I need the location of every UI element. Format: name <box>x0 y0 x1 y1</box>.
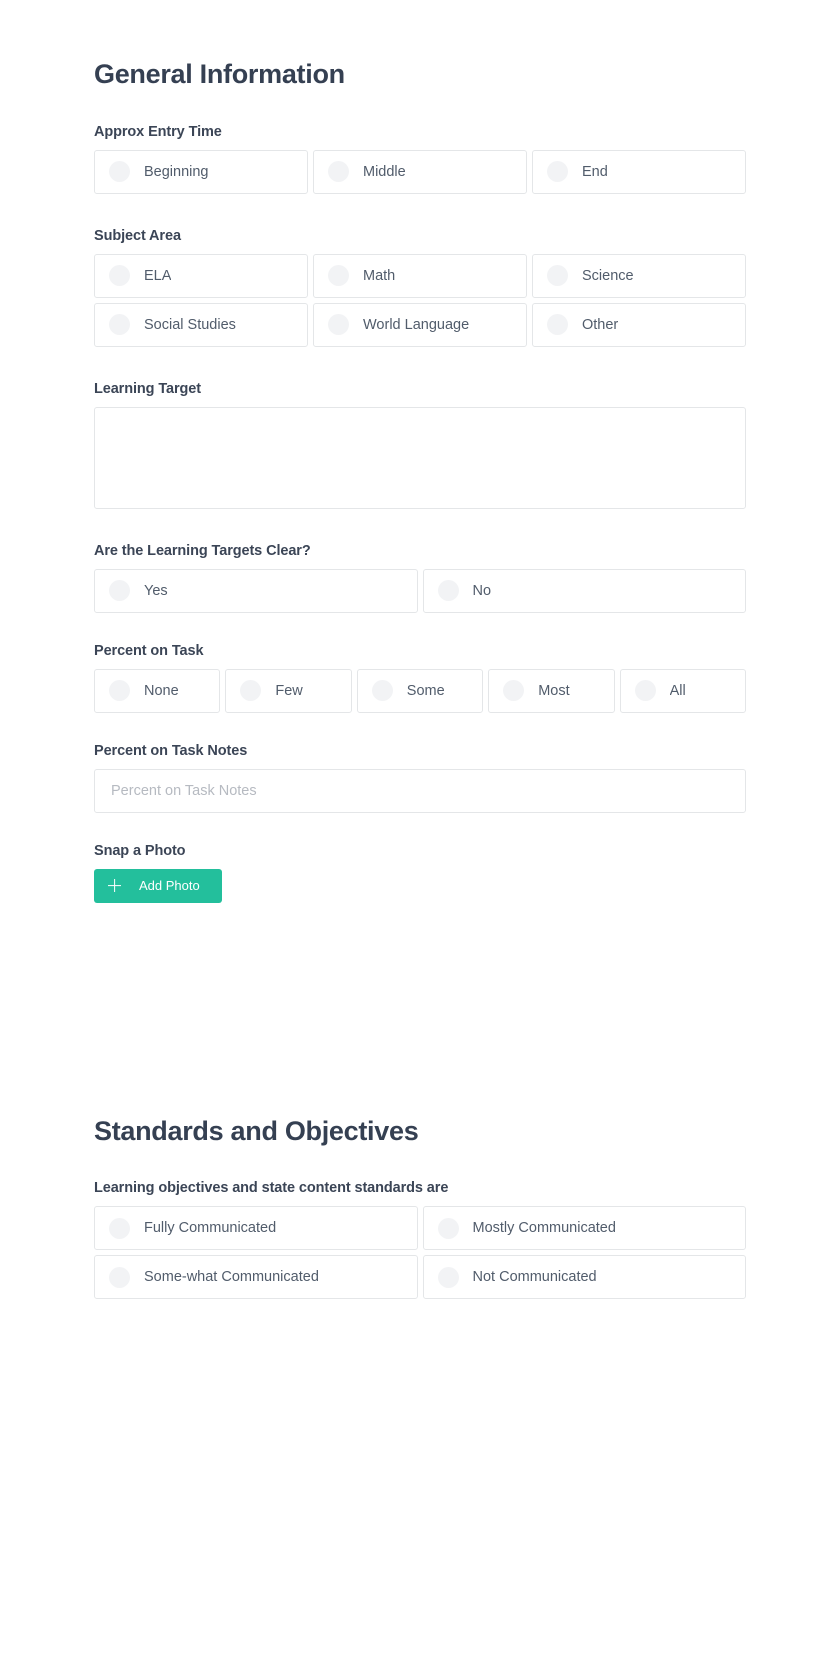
radio-icon[interactable] <box>109 580 130 602</box>
radio-icon[interactable] <box>109 1217 130 1239</box>
field-subject-area: Subject Area ELA Math Science Social Stu… <box>94 194 746 347</box>
radio-icon[interactable] <box>328 161 349 183</box>
option-label: End <box>582 163 608 180</box>
radio-icon[interactable] <box>547 314 568 336</box>
field-learning-target: Learning Target <box>94 347 746 509</box>
option-science[interactable]: Science <box>532 253 746 298</box>
option-some-what-communicated[interactable]: Some-what Communicated <box>94 1255 418 1300</box>
option-all[interactable]: All <box>619 668 746 713</box>
option-label: No <box>472 582 492 599</box>
option-most[interactable]: Most <box>488 668 615 713</box>
option-label: Mostly Communicated <box>472 1220 616 1237</box>
option-label: World Language <box>363 316 470 333</box>
option-label: All <box>669 682 686 699</box>
field-label-learning-targets-clear: Are the Learning Targets Clear? <box>94 542 311 559</box>
option-label: ELA <box>144 267 172 284</box>
field-percent-on-task-notes: Percent on Task Notes Percent on Task No… <box>94 713 746 813</box>
field-label-snap-a-photo: Snap a Photo <box>94 842 186 859</box>
radio-group-subject-area: ELA Math Science Social Studies World La… <box>94 253 746 347</box>
option-label: Fully Communicated <box>144 1220 277 1237</box>
option-some[interactable]: Some <box>356 668 484 713</box>
section-general-information: General Information Approx Entry Time Be… <box>94 0 746 903</box>
option-none[interactable]: None <box>94 668 221 713</box>
radio-group-percent-on-task: None Few Some Most All <box>94 668 746 713</box>
radio-icon[interactable] <box>547 265 568 287</box>
radio-icon[interactable] <box>634 680 656 702</box>
section-standards-and-objectives: Standards and Objectives Learning object… <box>94 1053 746 1300</box>
radio-group-learning-targets-clear: Yes No <box>94 568 746 613</box>
option-label: Not Communicated <box>472 1269 597 1286</box>
option-middle[interactable]: Middle <box>313 149 527 194</box>
option-label: Beginning <box>144 163 209 180</box>
option-social-studies[interactable]: Social Studies <box>94 302 308 347</box>
add-photo-button[interactable]: Add Photo <box>94 868 222 903</box>
radio-icon[interactable] <box>437 1217 459 1239</box>
radio-icon[interactable] <box>371 680 393 702</box>
field-label-learning-target: Learning Target <box>94 380 201 397</box>
field-label-subject-area: Subject Area <box>94 227 181 244</box>
radio-icon[interactable] <box>503 680 525 702</box>
radio-icon[interactable] <box>109 265 130 287</box>
option-label: Other <box>582 316 619 333</box>
radio-icon[interactable] <box>109 314 130 336</box>
radio-icon[interactable] <box>240 680 262 702</box>
field-learning-objectives: Learning objectives and state content st… <box>94 1146 746 1300</box>
field-label-percent-on-task: Percent on Task <box>94 642 204 659</box>
field-label-learning-objectives: Learning objectives and state content st… <box>94 1180 449 1197</box>
field-label-approx-entry-time: Approx Entry Time <box>94 123 222 140</box>
field-snap-a-photo: Snap a Photo Add Photo <box>94 813 746 903</box>
learning-target-textarea[interactable] <box>94 406 746 509</box>
section-title-standards: Standards and Objectives <box>94 1115 419 1146</box>
option-fully-communicated[interactable]: Fully Communicated <box>94 1206 418 1251</box>
page-title: General Information <box>94 59 345 89</box>
option-label: Yes <box>144 582 168 599</box>
option-label: Some-what Communicated <box>144 1269 319 1286</box>
option-few[interactable]: Few <box>225 668 352 713</box>
option-label: Most <box>538 682 570 699</box>
radio-icon[interactable] <box>109 161 130 183</box>
radio-group-learning-objectives: Fully Communicated Mostly Communicated S… <box>94 1206 746 1300</box>
form-page: General Information Approx Entry Time Be… <box>0 0 840 1680</box>
radio-icon[interactable] <box>437 580 459 602</box>
option-label: Middle <box>363 163 406 180</box>
option-label: Some <box>406 682 445 699</box>
radio-icon[interactable] <box>109 680 130 702</box>
option-label: Social Studies <box>144 316 236 333</box>
radio-icon[interactable] <box>328 314 349 336</box>
percent-on-task-notes-input[interactable]: Percent on Task Notes <box>94 768 746 813</box>
plus-icon <box>108 879 121 892</box>
option-label: Math <box>363 267 396 284</box>
radio-icon[interactable] <box>328 265 349 287</box>
option-no[interactable]: No <box>422 568 746 613</box>
option-yes[interactable]: Yes <box>94 568 418 613</box>
option-ela[interactable]: ELA <box>94 253 308 298</box>
option-beginning[interactable]: Beginning <box>94 149 308 194</box>
option-math[interactable]: Math <box>313 253 527 298</box>
option-label: Science <box>582 267 634 284</box>
option-not-communicated[interactable]: Not Communicated <box>422 1255 746 1300</box>
option-label: Few <box>275 682 303 699</box>
option-mostly-communicated[interactable]: Mostly Communicated <box>422 1206 746 1251</box>
radio-icon[interactable] <box>547 161 568 183</box>
radio-group-approx-entry-time: Beginning Middle End <box>94 149 746 194</box>
field-label-percent-on-task-notes: Percent on Task Notes <box>94 742 248 759</box>
option-end[interactable]: End <box>532 149 746 194</box>
option-other[interactable]: Other <box>532 302 746 347</box>
option-label: None <box>144 682 179 699</box>
add-photo-button-label: Add Photo <box>139 878 200 894</box>
radio-icon[interactable] <box>109 1266 130 1288</box>
option-world-language[interactable]: World Language <box>313 302 527 347</box>
radio-icon[interactable] <box>437 1266 459 1288</box>
field-percent-on-task: Percent on Task None Few Some Most All <box>94 613 746 713</box>
input-placeholder: Percent on Task Notes <box>111 782 257 799</box>
field-approx-entry-time: Approx Entry Time Beginning Middle End <box>94 90 746 194</box>
field-learning-targets-clear: Are the Learning Targets Clear? Yes No <box>94 509 746 613</box>
